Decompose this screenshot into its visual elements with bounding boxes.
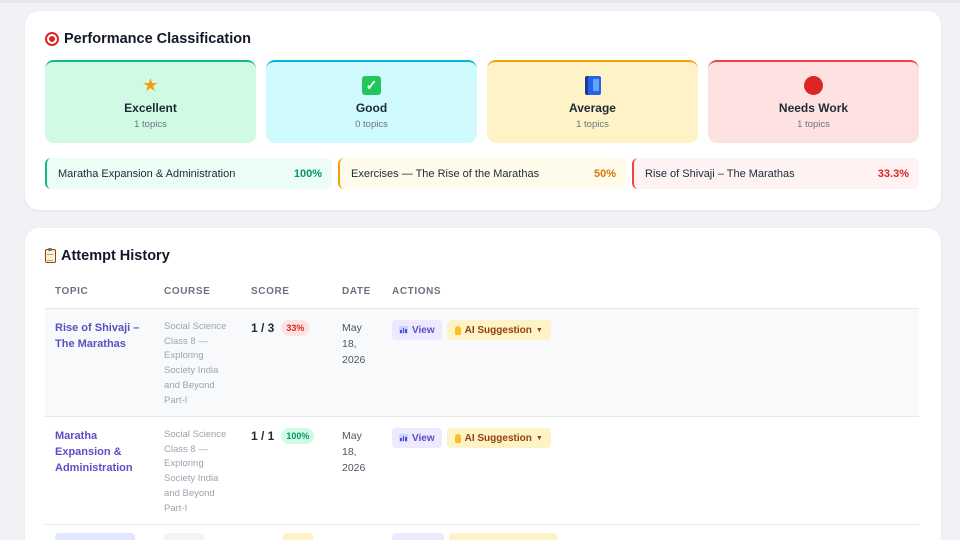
- table-header: TOPIC COURSE SCORE DATE ACTIONS: [45, 277, 919, 309]
- lightbulb-icon: [454, 433, 461, 443]
- view-button-label: View: [412, 324, 435, 336]
- attempt-history-heading: Attempt History: [45, 248, 170, 264]
- row-topic-link[interactable]: Rise of Shivaji – The Marathas: [55, 320, 143, 352]
- red-circle-icon: [804, 75, 823, 95]
- bar-chart-icon: [399, 326, 408, 334]
- row-course: Social Science Class 8 — Exploring Socie…: [164, 321, 227, 406]
- topic-percent: 33.3%: [877, 167, 909, 180]
- ai-suggestion-button[interactable]: AI Suggestion ▼: [446, 320, 551, 340]
- table-row-partial: [45, 525, 919, 540]
- ai-suggestion-label: AI Suggestion: [464, 324, 532, 336]
- chevron-down-icon: ▼: [535, 326, 543, 334]
- topic-score-item[interactable]: Maratha Expansion & Administration 100%: [45, 158, 332, 189]
- tile-name: Excellent: [124, 101, 177, 115]
- table-row: Rise of Shivaji – The Marathas Social Sc…: [45, 309, 919, 417]
- row-actions: View AI Suggestion ▼: [392, 428, 551, 448]
- tile-good[interactable]: ✓ Good 0 topics: [266, 60, 477, 143]
- check-icon: ✓: [362, 75, 381, 95]
- topic-name: Exercises — The Rise of the Marathas: [351, 167, 540, 180]
- tile-count: 1 topics: [134, 119, 167, 130]
- target-icon: [45, 32, 59, 46]
- bar-chart-icon: [399, 434, 408, 442]
- performance-classification-heading: Performance Classification: [45, 31, 251, 47]
- topic-name: Maratha Expansion & Administration: [58, 167, 236, 180]
- attempt-history-card: Attempt History TOPIC COURSE SCORE DATE …: [25, 228, 941, 540]
- score-value: 1 / 1: [251, 429, 275, 443]
- star-icon: ★: [142, 75, 159, 95]
- column-header-score: SCORE: [251, 286, 290, 297]
- topic-score-item[interactable]: Rise of Shivaji – The Marathas 33.3%: [632, 158, 919, 189]
- tile-name: Good: [355, 101, 388, 115]
- table-row: Maratha Expansion & Administration Socia…: [45, 417, 919, 525]
- column-header-date: DATE: [342, 286, 371, 297]
- ai-suggestion-button[interactable]: AI Suggestion ▼: [446, 428, 551, 448]
- ai-suggestion-label: AI Suggestion: [464, 432, 532, 444]
- row-course-placeholder: [164, 533, 204, 540]
- score-percent-badge: 33%: [281, 320, 310, 336]
- view-button-placeholder: [392, 533, 444, 540]
- topic-name: Rise of Shivaji – The Marathas: [645, 167, 795, 180]
- lightbulb-icon: [454, 325, 461, 335]
- tile-count: 1 topics: [576, 119, 609, 130]
- clipboard-icon: [45, 248, 56, 263]
- chevron-down-icon: ▼: [535, 434, 543, 442]
- tile-name: Needs Work: [778, 101, 849, 115]
- book-icon: [584, 75, 601, 95]
- score-badge-placeholder: [283, 533, 313, 540]
- top-divider: [0, 0, 960, 3]
- tile-count: 1 topics: [797, 119, 830, 130]
- score-percent-badge: 100%: [281, 428, 315, 444]
- row-topic-link[interactable]: Maratha Expansion & Administration: [55, 428, 143, 476]
- tile-name: Average: [569, 101, 616, 115]
- row-course: Social Science Class 8 — Exploring Socie…: [164, 429, 227, 514]
- performance-classification-title: Performance Classification: [64, 31, 251, 47]
- column-header-course: COURSE: [164, 286, 211, 297]
- row-topic-placeholder: [55, 533, 135, 540]
- topic-percent: 50%: [593, 167, 616, 180]
- row-actions: View AI Suggestion ▼: [392, 320, 551, 340]
- view-button[interactable]: View: [392, 320, 442, 340]
- view-button-label: View: [412, 432, 435, 444]
- tile-needs-work[interactable]: Needs Work 1 topics: [708, 60, 919, 143]
- tile-excellent[interactable]: ★ Excellent 1 topics: [45, 60, 256, 143]
- tile-average[interactable]: Average 1 topics: [487, 60, 698, 143]
- row-date: May 18, 2026: [342, 322, 366, 366]
- column-header-actions: ACTIONS: [392, 286, 442, 297]
- topic-score-list: Maratha Expansion & Administration 100% …: [45, 158, 919, 189]
- row-score: 1 / 3 33%: [251, 320, 310, 336]
- topic-percent: 100%: [293, 167, 322, 180]
- view-button[interactable]: View: [392, 428, 442, 448]
- classification-tiles: ★ Excellent 1 topics ✓ Good 0 topics Ave…: [45, 60, 919, 143]
- row-score: 1 / 1 100%: [251, 428, 315, 444]
- ai-suggestion-placeholder: [449, 533, 557, 540]
- tile-count: 0 topics: [355, 119, 388, 130]
- topic-score-item[interactable]: Exercises — The Rise of the Marathas 50%: [338, 158, 626, 189]
- column-header-topic: TOPIC: [55, 286, 89, 297]
- row-date: May 18, 2026: [342, 430, 366, 474]
- attempt-history-title: Attempt History: [61, 248, 170, 264]
- score-value: 1 / 3: [251, 321, 275, 335]
- performance-classification-card: Performance Classification ★ Excellent 1…: [25, 11, 941, 210]
